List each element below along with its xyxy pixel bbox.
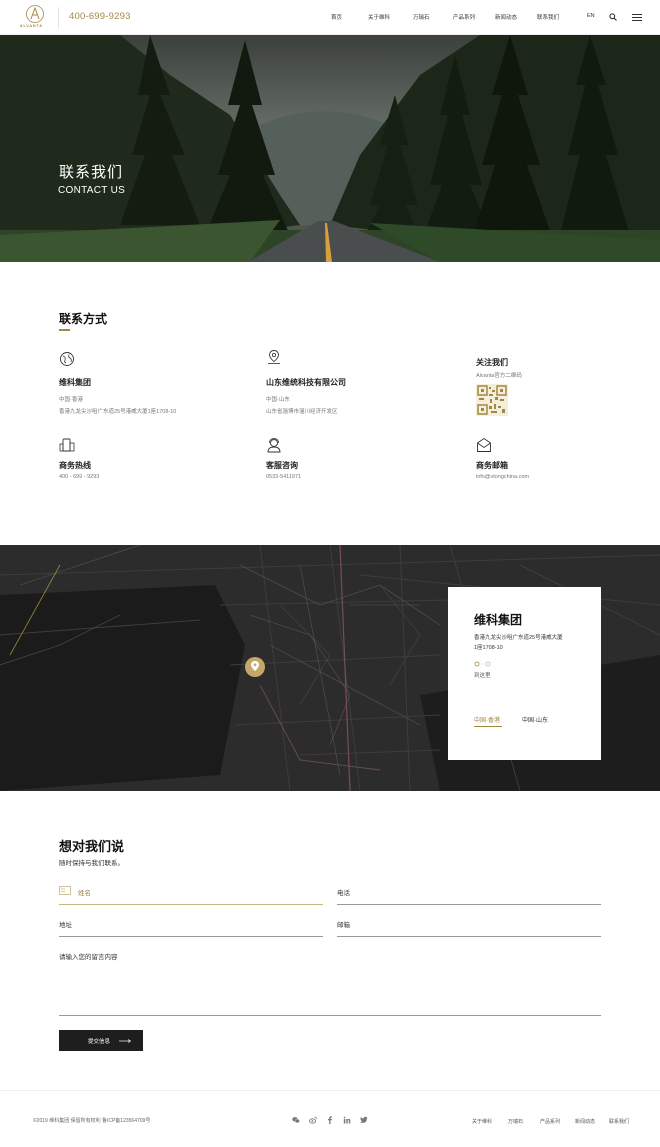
active-tab-indicator xyxy=(474,726,502,727)
contact-region-sd: 中国·山东 xyxy=(266,397,290,403)
linkedin-icon[interactable] xyxy=(343,1116,351,1124)
nav-language[interactable]: EN xyxy=(587,13,595,19)
menu-icon[interactable] xyxy=(632,14,642,22)
footer-divider xyxy=(0,1090,660,1091)
submit-label: 提交信息 xyxy=(88,1039,111,1045)
contact-name-sd: 山东维统科技有限公司 xyxy=(266,378,346,387)
email-field[interactable]: 邮箱 xyxy=(337,917,601,937)
nav-news[interactable]: 新闻动态 xyxy=(495,13,517,21)
service-title: 客服咨询 xyxy=(266,461,298,470)
banner-subtitle: CONTACT US xyxy=(58,185,126,196)
globe-icon xyxy=(60,352,74,366)
footer-link-about[interactable]: 关于维科 xyxy=(472,1118,492,1125)
footer-link-news[interactable]: 新闻动态 xyxy=(575,1118,595,1125)
footer-link-stone[interactable]: 万瑞石 xyxy=(508,1118,523,1125)
contact-section-title: 联系方式 xyxy=(59,312,108,326)
qr-caption: Alvanta官方二维码 xyxy=(476,373,522,379)
weibo-icon[interactable] xyxy=(309,1116,317,1124)
contact-region-hk: 中国·香港 xyxy=(59,397,83,403)
twitter-icon[interactable] xyxy=(360,1116,368,1124)
nav-contact[interactable]: 联系我们 xyxy=(537,13,559,21)
follow-us-title: 关注我们 xyxy=(476,358,508,367)
qr-code-icon xyxy=(476,384,508,416)
map-pin-icon[interactable] xyxy=(244,656,266,684)
wechat-icon[interactable] xyxy=(292,1116,300,1124)
id-card-icon xyxy=(59,886,71,895)
nav-home[interactable]: 首页 xyxy=(331,13,342,21)
contact-address-hk: 香港九龙尖沙咀广东道25号港威大厦1座1708-10 xyxy=(59,409,177,415)
main-nav: 首页 关于维科 万瑞石 产品系列 新闻动态 联系我们 EN xyxy=(0,13,660,25)
search-icon[interactable] xyxy=(609,13,617,21)
facebook-icon[interactable] xyxy=(326,1116,334,1124)
customer-service-icon xyxy=(267,438,281,453)
address-placeholder: 地址 xyxy=(59,922,72,929)
email-title: 商务邮箱 xyxy=(476,461,508,470)
copyright-text: ©2019 维科集团 保留所有权利 鲁ICP备123564709号 xyxy=(33,1118,151,1124)
map-card-address-1: 香港九龙尖沙咀广东道25号港威大厦 xyxy=(474,635,563,641)
arrow-right-icon xyxy=(119,1039,131,1043)
banner-title: 联系我们 xyxy=(59,164,124,181)
hero-banner: 联系我们 CONTACT US xyxy=(0,35,660,262)
forest-road-image xyxy=(0,35,660,262)
map-info-card: 维科集团 香港九龙尖沙咀广东道25号港威大厦 1座1708-10 到这里 中国·… xyxy=(448,587,601,760)
address-field[interactable]: 地址 xyxy=(59,917,323,937)
nav-about[interactable]: 关于维科 xyxy=(368,13,390,21)
message-placeholder: 请输入您的留言内容 xyxy=(59,954,118,961)
nav-stone[interactable]: 万瑞石 xyxy=(413,13,430,21)
map-card-title: 维科集团 xyxy=(474,613,523,627)
service-number: 0533-5411971 xyxy=(266,474,302,480)
phone-icon xyxy=(59,438,75,452)
form-title: 想对我们说 xyxy=(59,839,125,854)
title-accent-line xyxy=(59,329,70,331)
email-address[interactable]: info@vtongchina.com xyxy=(476,474,529,480)
phone-field[interactable]: 电话 xyxy=(337,885,601,905)
phone-placeholder: 电话 xyxy=(337,890,350,897)
footer-link-contact[interactable]: 联系我们 xyxy=(609,1118,629,1125)
message-textarea[interactable]: 请输入您的留言内容 xyxy=(59,949,601,1016)
footer-link-products[interactable]: 产品系列 xyxy=(540,1118,560,1125)
route-dots-icon xyxy=(474,661,491,667)
name-field[interactable]: 姓名 xyxy=(59,885,323,905)
submit-button[interactable]: 提交信息 xyxy=(59,1030,143,1051)
hotline-number: 400 - 699 - 9293 xyxy=(59,474,100,480)
map-card-address-2: 1座1708-10 xyxy=(474,645,503,651)
name-placeholder: 姓名 xyxy=(78,890,91,897)
contact-name-hk: 维科集团 xyxy=(59,378,91,387)
tab-shandong[interactable]: 中国·山东 xyxy=(522,715,548,724)
email-placeholder: 邮箱 xyxy=(337,922,350,929)
location-pin-icon xyxy=(268,350,280,364)
directions-link[interactable]: 到这里 xyxy=(474,671,491,679)
tab-hongkong[interactable]: 中国·香港 xyxy=(474,715,500,724)
mail-icon xyxy=(477,437,491,452)
contact-address-sd: 山东省淄博市淄川经济开发区 xyxy=(266,409,338,415)
nav-products[interactable]: 产品系列 xyxy=(453,13,475,21)
site-header: ALVANTA 400-699-9293 首页 关于维科 万瑞石 产品系列 新闻… xyxy=(0,0,660,35)
hotline-title: 商务热线 xyxy=(59,461,91,470)
form-subtitle: 随时保持与我们联系。 xyxy=(59,860,124,867)
